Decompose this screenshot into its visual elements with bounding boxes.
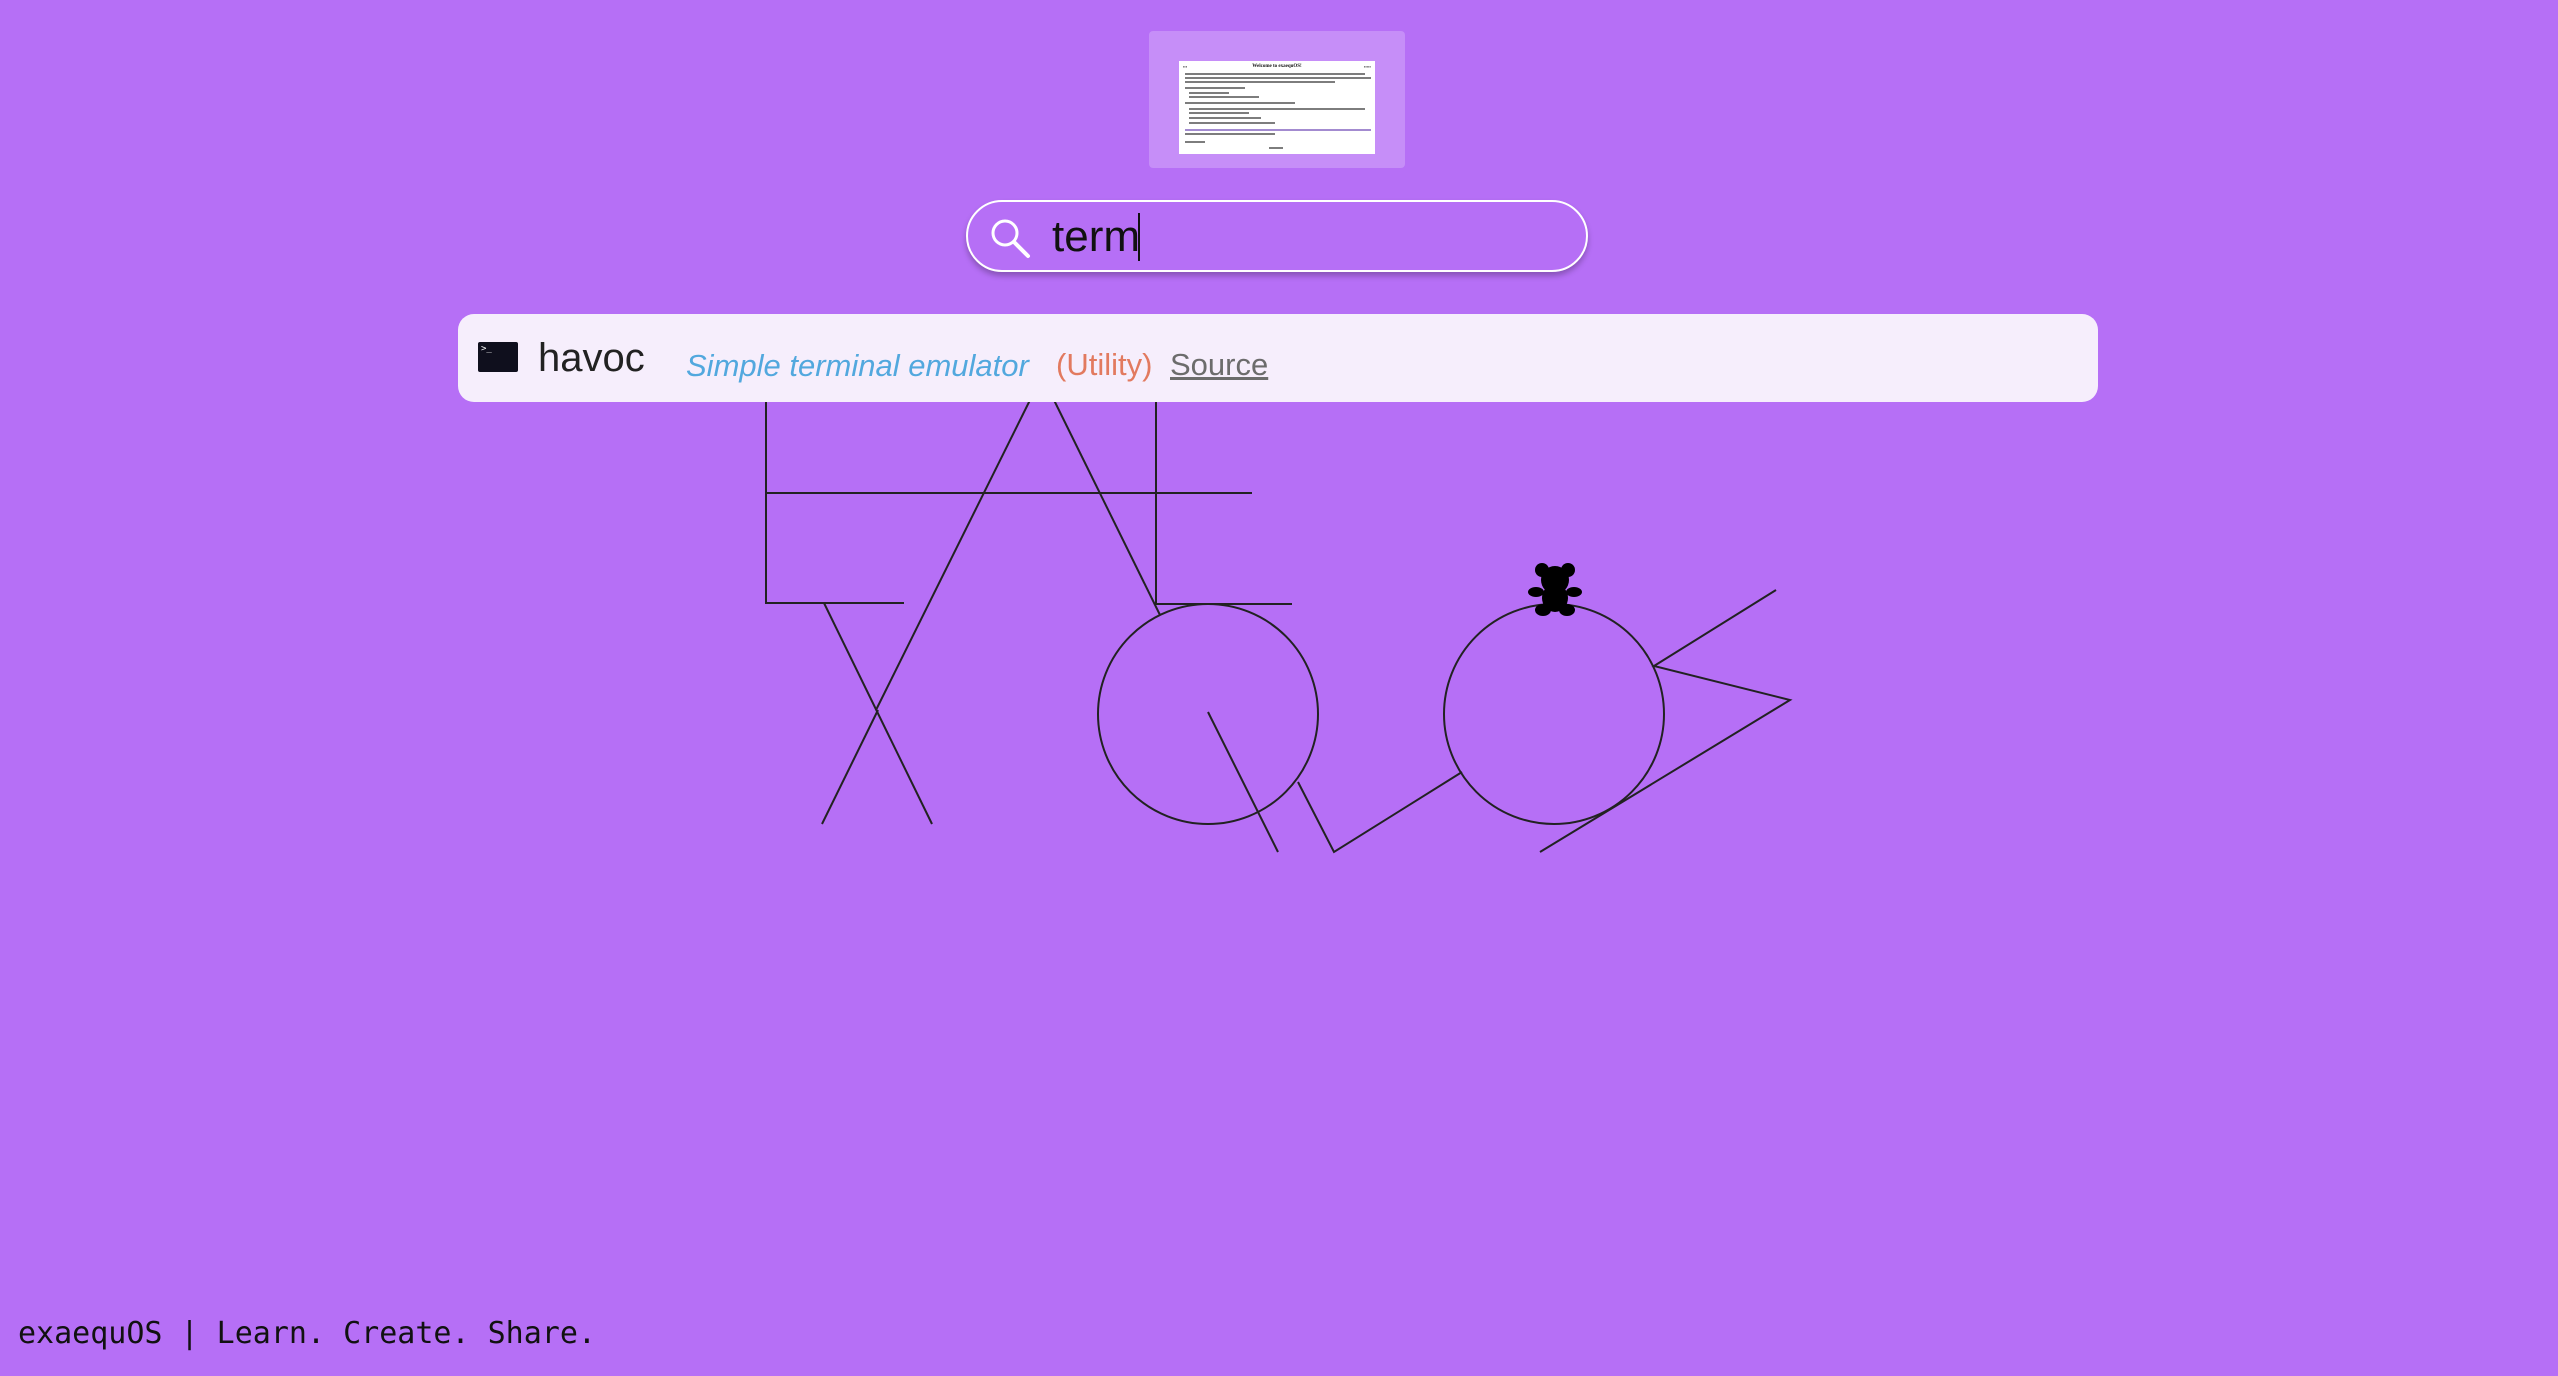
result-source-link[interactable]: Source (1170, 347, 1268, 383)
thumbnail-text-line (1189, 96, 1259, 98)
thumbnail-text-line (1185, 81, 1335, 83)
thumbnail-text-line (1189, 92, 1229, 94)
terminal-prompt-glyph: >_ (481, 344, 492, 354)
search-results-panel: >_ havoc Simple terminal emulator (Utili… (458, 314, 2098, 402)
thumbnail-title: Welcome to exaequOS! (1252, 64, 1302, 69)
thumbnail-text-line (1189, 117, 1261, 119)
search-input[interactable] (1052, 210, 1552, 264)
thumbnail-text-line (1269, 147, 1283, 149)
result-app-description: Simple terminal emulator (686, 348, 1029, 383)
thumbnail-text-line (1189, 108, 1365, 110)
teddy-bear-icon (1528, 563, 1582, 616)
desktop: Welcome to exaequOS! ▪▪▪ ▪▪▪▪▪ term >_ h… (0, 0, 2558, 1376)
terminal-icon: >_ (478, 342, 518, 372)
result-item-havoc[interactable]: >_ havoc Simple terminal emulator (Utili… (458, 314, 2098, 402)
thumbnail-corner-left: ▪▪▪ (1183, 64, 1188, 69)
thumbnail-link-line (1185, 129, 1371, 131)
thumbnail-text-line (1189, 112, 1249, 114)
thumbnail-text-line (1185, 77, 1371, 79)
thumbnail-text-line (1185, 73, 1365, 75)
search-bar[interactable] (966, 200, 1588, 272)
thumbnail-text-line (1189, 122, 1275, 124)
result-app-name: havoc (538, 336, 645, 380)
thumbnail-document: Welcome to exaequOS! ▪▪▪ ▪▪▪▪▪ (1179, 61, 1375, 154)
result-app-category: (Utility) (1056, 347, 1153, 382)
thumbnail-text-line (1185, 133, 1275, 135)
text-caret (1138, 213, 1140, 261)
thumbnail-text-line (1185, 87, 1245, 89)
footer-tagline: exaequOS | Learn. Create. Share. (18, 1316, 596, 1351)
thumbnail-corner-right: ▪▪▪▪▪ (1363, 64, 1371, 69)
search-icon (991, 219, 1030, 258)
window-thumbnail[interactable]: Welcome to exaequOS! ▪▪▪ ▪▪▪▪▪ (1149, 31, 1405, 168)
thumbnail-text-line (1185, 102, 1295, 104)
thumbnail-text-line (1185, 141, 1205, 143)
